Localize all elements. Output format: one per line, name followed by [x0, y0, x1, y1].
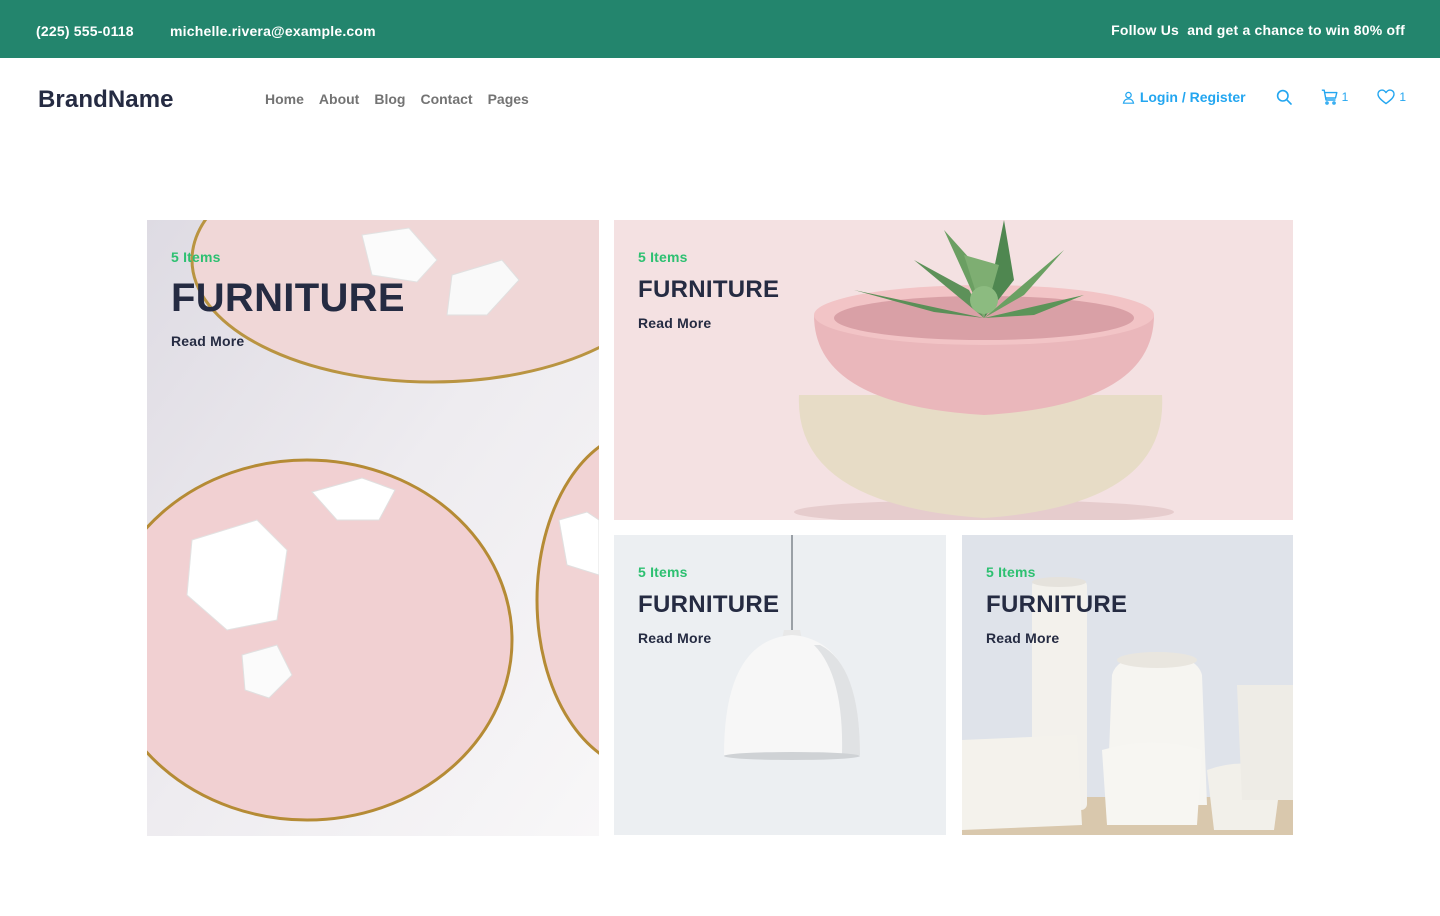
wishlist-count: 1 [1399, 90, 1406, 104]
nav-blog[interactable]: Blog [374, 91, 405, 107]
read-more-link[interactable]: Read More [986, 630, 1059, 646]
email-address[interactable]: michelle.rivera@example.com [170, 23, 376, 39]
nav-contact[interactable]: Contact [420, 91, 472, 107]
search-button[interactable] [1276, 89, 1292, 105]
card-title: FURNITURE [638, 591, 780, 618]
succulent-bowl-image [614, 220, 1293, 520]
user-icon [1122, 91, 1135, 104]
category-card-plates[interactable]: 5 Items FURNITURE Read More [147, 220, 599, 836]
ceramic-vases-image [962, 535, 1293, 835]
nav-home[interactable]: Home [265, 91, 304, 107]
read-more-link[interactable]: Read More [638, 630, 711, 646]
card-items-count: 5 Items [638, 249, 688, 265]
brand-logo[interactable]: BrandName [38, 86, 174, 114]
cart-count: 1 [1341, 90, 1349, 104]
category-card-vases[interactable]: 5 Items FURNITURE Read More [962, 535, 1293, 835]
login-register-label: Login / Register [1139, 89, 1246, 105]
nav-pages[interactable]: Pages [488, 91, 529, 107]
read-more-link[interactable]: Read More [638, 315, 711, 331]
card-items-count: 5 Items [638, 564, 688, 580]
login-register-link[interactable]: Login / Register [1122, 89, 1246, 105]
top-bar: (225) 555-0118 michelle.rivera@example.c… [0, 0, 1440, 58]
read-more-link[interactable]: Read More [171, 333, 244, 349]
header: BrandName Home About Blog Contact Pages … [0, 58, 1440, 140]
pendant-lamp-image [614, 535, 946, 835]
main-nav: Home About Blog Contact Pages [265, 91, 529, 107]
heart-icon [1377, 89, 1396, 105]
cart-icon [1321, 89, 1338, 105]
card-title: FURNITURE [986, 591, 1128, 618]
search-icon [1276, 89, 1292, 105]
wishlist-button[interactable]: 1 [1377, 89, 1406, 105]
card-items-count: 5 Items [171, 249, 221, 265]
card-title: FURNITURE [638, 276, 780, 303]
card-items-count: 5 Items [986, 564, 1036, 580]
category-card-succulent[interactable]: 5 Items FURNITURE Read More [614, 220, 1293, 520]
category-card-lamp[interactable]: 5 Items FURNITURE Read More [614, 535, 946, 835]
promo-text: Follow Us and get a chance to win 80% of… [1111, 22, 1405, 38]
phone-number[interactable]: (225) 555-0118 [36, 23, 134, 39]
header-actions: Login / Register 1 1 [1122, 89, 1406, 105]
nav-about[interactable]: About [319, 91, 359, 107]
card-title: FURNITURE [171, 276, 405, 320]
cart-button[interactable]: 1 [1321, 89, 1349, 105]
